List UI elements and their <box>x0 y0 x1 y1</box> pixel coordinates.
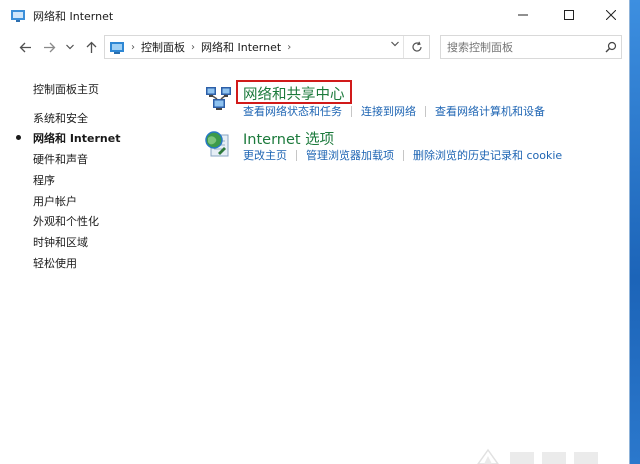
link-divider <box>425 105 426 117</box>
control-panel-window: 网络和 Internet › 控制面板 › 网络和 Internet › 搜索控… <box>0 0 630 464</box>
close-button[interactable] <box>592 0 630 30</box>
close-icon <box>606 10 616 20</box>
minimize-icon <box>518 14 528 16</box>
magnifier-icon <box>605 41 617 53</box>
chevron-down-icon <box>391 41 399 47</box>
refresh-icon <box>411 41 422 52</box>
sidebar-item-network-internet[interactable]: 网络和 Internet <box>33 130 120 146</box>
search-input[interactable] <box>447 37 601 57</box>
minimize-button[interactable] <box>500 0 546 30</box>
category-title-network-sharing-center[interactable]: 网络和共享中心 <box>243 83 345 104</box>
address-bar[interactable]: › 控制面板 › 网络和 Internet › <box>104 35 430 59</box>
forward-arrow-icon <box>43 42 55 52</box>
link-divider <box>296 149 297 161</box>
breadcrumb-control-panel[interactable]: 控制面板 <box>141 39 185 55</box>
sidebar-item-control-panel-home[interactable]: 控制面板主页 <box>33 81 99 97</box>
search-box[interactable] <box>440 35 622 59</box>
link-connect-to-network[interactable]: 连接到网络 <box>361 103 416 119</box>
link-divider <box>351 105 352 117</box>
breadcrumb-network-internet[interactable]: 网络和 Internet <box>201 39 281 55</box>
link-change-homepage[interactable]: 更改主页 <box>243 147 287 163</box>
link-view-network-computers[interactable]: 查看网络计算机和设备 <box>435 103 545 119</box>
link-manage-addons[interactable]: 管理浏览器加载项 <box>306 147 394 163</box>
category-title-internet-options[interactable]: Internet 选项 <box>243 128 334 149</box>
sidebar-item-system-security[interactable]: 系统和安全 <box>33 110 88 126</box>
control-panel-icon <box>110 42 124 54</box>
internet-options-icon <box>205 131 229 157</box>
category-links-network: 查看网络状态和任务 连接到网络 查看网络计算机和设备 <box>243 103 545 119</box>
breadcrumb-separator-icon: › <box>131 41 135 53</box>
chevron-down-icon <box>66 44 74 50</box>
address-dropdown-button[interactable] <box>391 39 399 50</box>
up-button[interactable] <box>82 37 100 57</box>
link-delete-browsing-history[interactable]: 删除浏览的历史记录和 cookie <box>413 147 562 163</box>
sidebar-item-appearance[interactable]: 外观和个性化 <box>33 213 99 229</box>
link-divider <box>403 149 404 161</box>
sidebar-item-ease-of-access[interactable]: 轻松使用 <box>33 255 77 271</box>
breadcrumb-separator-icon: › <box>191 41 195 53</box>
navigation-bar: › 控制面板 › 网络和 Internet › <box>0 30 629 64</box>
search-icon[interactable] <box>601 37 621 57</box>
back-arrow-icon <box>19 42 31 52</box>
sidebar-item-programs[interactable]: 程序 <box>33 172 55 188</box>
watermark-logo <box>477 448 598 464</box>
category-links-internet: 更改主页 管理浏览器加载项 删除浏览的历史记录和 cookie <box>243 147 562 163</box>
back-button[interactable] <box>16 37 34 57</box>
network-folder-icon <box>11 10 25 22</box>
sidebar-item-user-accounts[interactable]: 用户帐户 <box>33 193 77 209</box>
maximize-icon <box>564 10 574 20</box>
maximize-button[interactable] <box>546 0 592 30</box>
network-sharing-center-icon <box>206 87 231 110</box>
sidebar-item-hardware-sound[interactable]: 硬件和声音 <box>33 151 88 167</box>
title-bar: 网络和 Internet <box>0 0 629 30</box>
refresh-button[interactable] <box>403 36 429 58</box>
link-view-network-status[interactable]: 查看网络状态和任务 <box>243 103 342 119</box>
active-bullet-icon <box>16 135 21 140</box>
window-title: 网络和 Internet <box>33 10 114 23</box>
sidebar-item-clock-region[interactable]: 时钟和区域 <box>33 234 88 250</box>
forward-button[interactable] <box>40 37 58 57</box>
up-arrow-icon <box>86 41 96 53</box>
breadcrumb-separator-icon: › <box>287 41 292 53</box>
recent-locations-button[interactable] <box>64 37 76 57</box>
